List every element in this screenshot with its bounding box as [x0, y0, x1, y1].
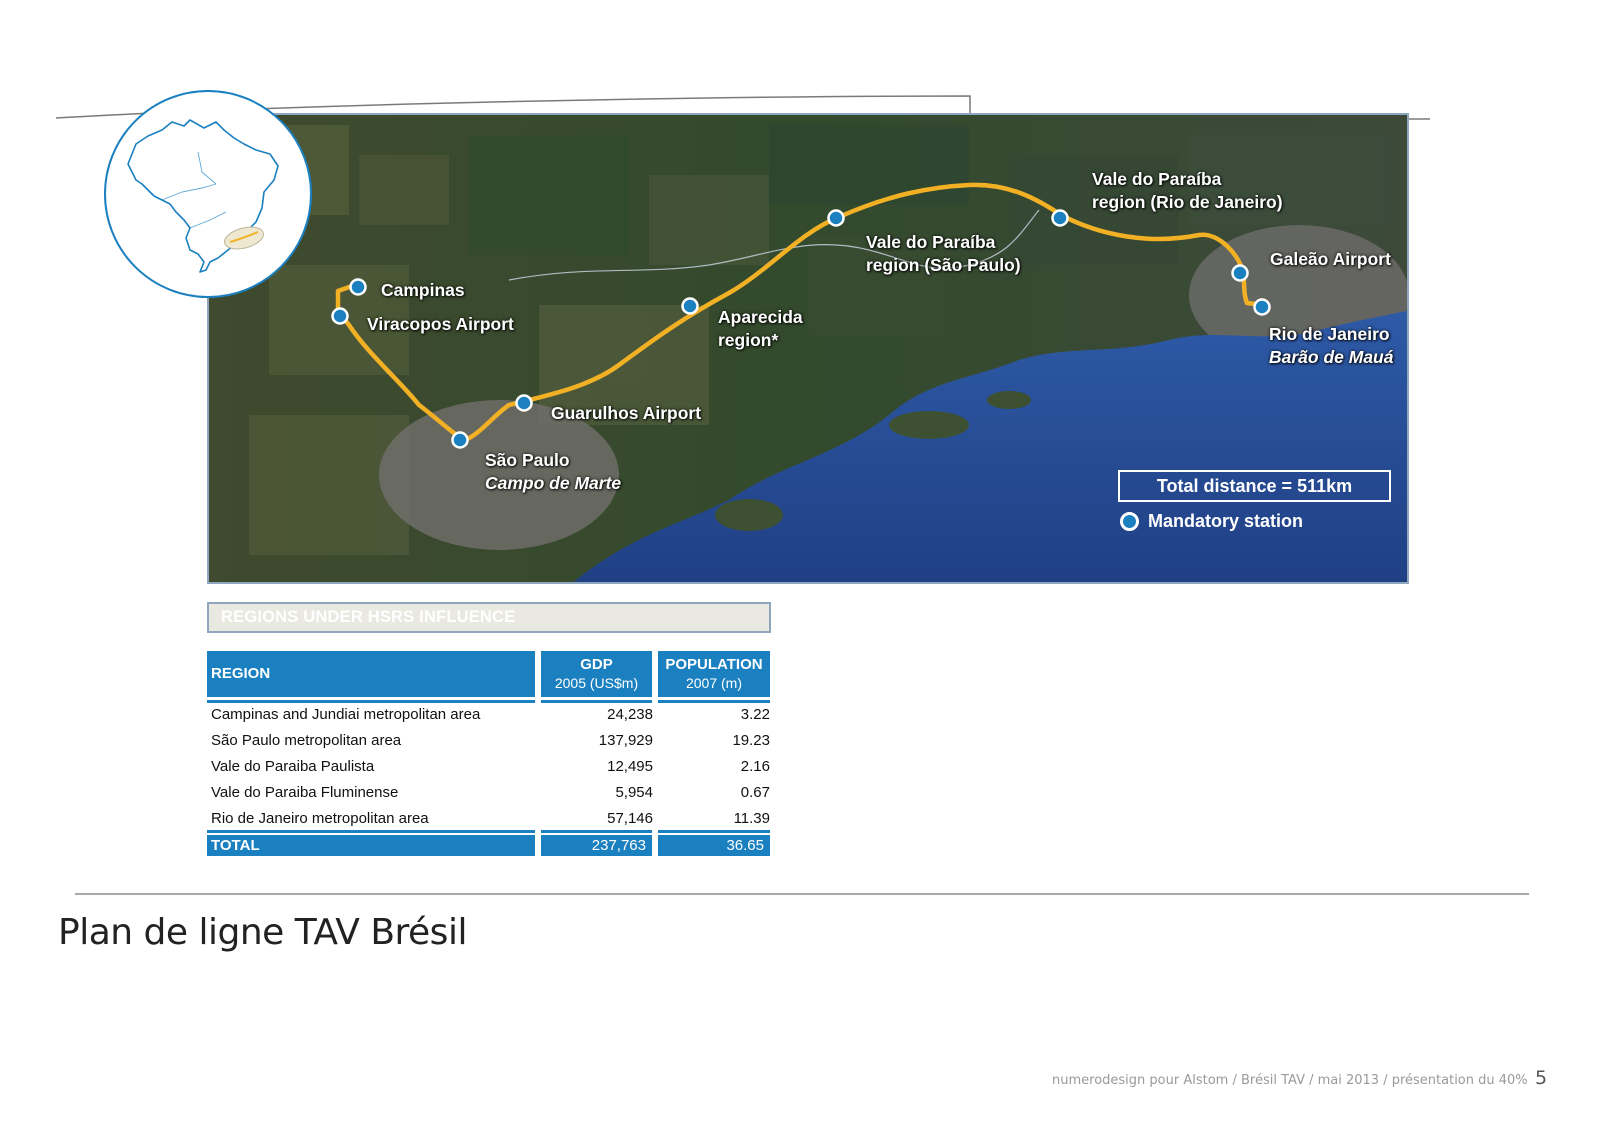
col-header-population: POPULATION 2007 (m)	[658, 651, 770, 697]
station-dot-galeao	[1231, 264, 1249, 282]
station-dot-campinas	[349, 278, 367, 296]
station-label-vale-rj: Vale do Paraíba region (Rio de Janeiro)	[1092, 169, 1283, 212]
table-row: São Paulo metropolitan area 137,929 19.2…	[211, 732, 770, 749]
total-row-label: TOTAL	[207, 835, 535, 856]
station-dot-viracopos	[331, 307, 349, 325]
station-label-galeao: Galeão Airport	[1270, 249, 1391, 269]
page-title: Plan de ligne TAV Brésil	[58, 912, 467, 953]
station-dot-vale-sp	[827, 209, 845, 227]
page-number: 5	[1535, 1067, 1548, 1089]
station-label-viracopos: Viracopos Airport	[367, 314, 514, 334]
table-row: Vale do Paraiba Fluminense 5,954 0.67	[211, 784, 770, 801]
station-dot-aparecida	[681, 297, 699, 315]
legend-label: Mandatory station	[1148, 511, 1304, 531]
col-header-gdp: GDP 2005 (US$m)	[541, 651, 652, 697]
col-header-region: REGION	[207, 651, 535, 697]
brazil-outline-icon	[127, 119, 279, 273]
brazil-inset-map	[104, 90, 312, 298]
table-row: Vale do Paraiba Paulista 12,495 2.16	[211, 758, 770, 775]
page-divider	[75, 893, 1529, 895]
total-distance-box: Total distance = 511km	[1118, 470, 1391, 502]
station-dot-sao-paulo	[451, 431, 469, 449]
station-dot-guarulhos	[515, 394, 533, 412]
station-label-vale-sp: Vale do Paraíba region (São Paulo)	[866, 232, 1021, 275]
footer-credit: numerodesign pour Alstom / Brésil TAV / …	[1052, 1073, 1528, 1088]
station-dot-rio	[1253, 298, 1271, 316]
table-row: Campinas and Jundiai metropolitan area 2…	[211, 706, 770, 723]
station-label-sao-paulo: São Paulo Campo de Marte	[485, 450, 622, 493]
station-dot-vale-rj	[1051, 209, 1069, 227]
station-label-campinas: Campinas	[381, 280, 465, 300]
legend-station-icon	[1120, 512, 1139, 531]
station-label-rio: Rio de Janeiro Barão de Mauá	[1269, 324, 1394, 367]
station-label-guarulhos: Guarulhos Airport	[551, 403, 702, 423]
station-label-aparecida: Aparecida region*	[718, 307, 803, 350]
table-row: Rio de Janeiro metropolitan area 57,146 …	[211, 810, 770, 827]
total-gdp: 237,763	[541, 835, 652, 856]
table-title: REGIONS UNDER HSRS INFLUENCE	[207, 602, 771, 633]
total-population: 36.65	[658, 835, 770, 856]
